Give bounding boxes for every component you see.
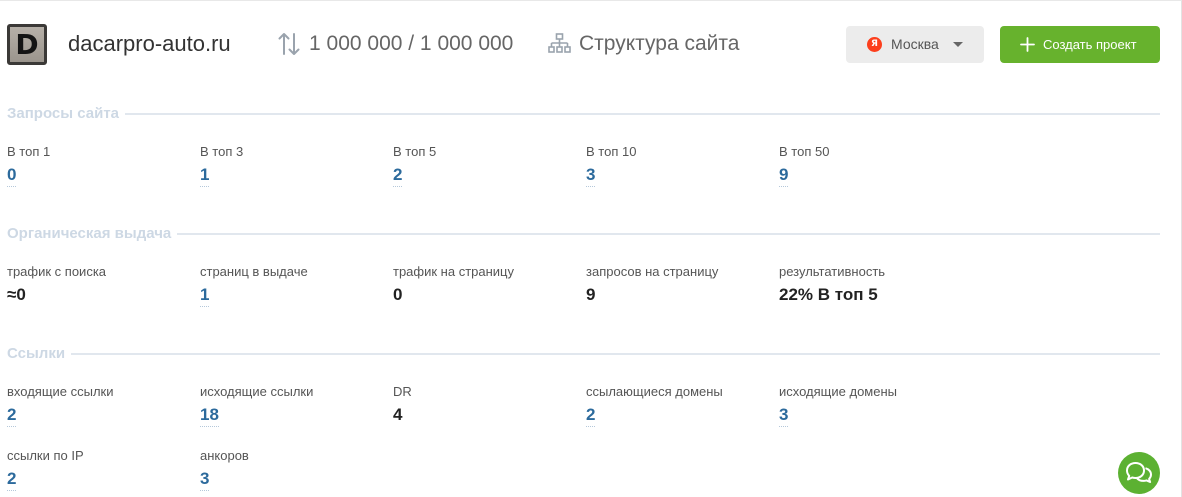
metric-queries-per-page: запросов на страницу 9: [586, 264, 779, 307]
favicon-letter: D: [15, 27, 39, 61]
metric-traffic-per-page: трафик на страницу 0: [393, 264, 586, 307]
metric-label: трафик с поиска: [7, 264, 107, 279]
metric-value-link[interactable]: 18: [200, 404, 219, 427]
section-divider: [125, 113, 1160, 115]
site-structure-link[interactable]: Структура сайта: [579, 29, 739, 59]
section-title: Органическая выдача: [7, 225, 172, 242]
chevron-down-icon: [953, 42, 963, 47]
metric-dr: DR 4: [393, 384, 586, 427]
metric-indexed-pages: страниц в выдаче 1: [200, 264, 393, 307]
site-favicon: D: [7, 24, 47, 65]
section-links: Ссылки входящие ссылки 2 исходящие ссылк…: [7, 344, 1160, 491]
metric-label: исходящие ссылки: [200, 384, 314, 399]
metric-label: В топ 10: [586, 144, 637, 159]
chat-widget-button[interactable]: [1118, 452, 1160, 494]
metric-top-50: В топ 50 9: [779, 144, 972, 187]
plus-icon: [1020, 37, 1035, 52]
metric-anchors: анкоров 3: [200, 448, 393, 491]
metric-links-by-ip: ссылки по IP 2: [7, 448, 200, 491]
metric-value-link[interactable]: 1: [200, 284, 210, 307]
metric-top-10: В топ 10 3: [586, 144, 779, 187]
section-title: Запросы сайта: [7, 105, 120, 122]
metric-referring-domains: ссылающиеся домены 2: [586, 384, 779, 427]
metric-top-3: В топ 3 1: [200, 144, 393, 187]
metric-label: В топ 50: [779, 144, 830, 159]
metric-value: ≈0: [7, 285, 26, 304]
metric-value: 4: [393, 405, 403, 424]
metric-label: В топ 3: [200, 144, 244, 159]
metric-label: запросов на страницу: [586, 264, 719, 279]
metric-inbound-links: входящие ссылки 2: [7, 384, 200, 427]
metric-top-5: В топ 5 2: [393, 144, 586, 187]
metric-value-link[interactable]: 3: [779, 404, 789, 427]
metrics-grid: входящие ссылки 2 исходящие ссылки 18 DR…: [7, 384, 972, 491]
metric-value-link[interactable]: 0: [7, 164, 17, 187]
section-site-queries: Запросы сайта В топ 1 0 В топ 3 1 В топ …: [7, 104, 1160, 187]
metric-label: трафик на страницу: [393, 264, 514, 279]
section-header: Ссылки: [7, 344, 1160, 364]
create-project-button[interactable]: Создать проект: [1000, 26, 1160, 63]
sitemap-icon[interactable]: [548, 33, 571, 54]
metric-value-link[interactable]: 2: [393, 164, 403, 187]
section-organic-results: Органическая выдача трафик с поиска ≈0 с…: [7, 224, 1160, 307]
metric-label: результативность: [779, 264, 886, 279]
metric-value-link[interactable]: 2: [7, 468, 17, 491]
metric-outbound-links: исходящие ссылки 18: [200, 384, 393, 427]
section-title: Ссылки: [7, 345, 66, 362]
metric-value-link[interactable]: 3: [586, 164, 596, 187]
create-project-label: Создать проект: [1043, 37, 1137, 52]
metric-effectiveness: результативность 22% В топ 5: [779, 264, 972, 307]
sort-arrows-icon: [278, 33, 300, 55]
site-name: dacarpro-auto.ru: [68, 31, 231, 56]
metrics-grid: трафик с поиска ≈0 страниц в выдаче 1 тр…: [7, 264, 972, 307]
metric-top-1: В топ 1 0: [7, 144, 200, 187]
metric-label: анкоров: [200, 448, 249, 463]
section-divider: [177, 233, 1160, 235]
metric-value-link[interactable]: 1: [200, 164, 210, 187]
metric-value-link[interactable]: 2: [7, 404, 17, 427]
metric-label: В топ 5: [393, 144, 437, 159]
metric-value: 0: [393, 285, 403, 304]
metric-label: входящие ссылки: [7, 384, 114, 399]
region-label: Москва: [891, 36, 939, 52]
metric-search-traffic: трафик с поиска ≈0: [7, 264, 200, 307]
chat-icon: [1126, 462, 1152, 483]
region-dropdown[interactable]: Я Москва: [846, 26, 984, 63]
metric-value: 22% В топ 5: [779, 285, 878, 304]
yandex-icon: Я: [867, 37, 882, 52]
metric-label: ссылающиеся домены: [586, 384, 723, 399]
metric-value-link[interactable]: 3: [200, 468, 210, 491]
metric-label: ссылки по IP: [7, 448, 84, 463]
metric-label: DR: [393, 384, 412, 399]
section-header: Запросы сайта: [7, 104, 1160, 124]
metric-value-link[interactable]: 2: [586, 404, 596, 427]
metrics-grid: В топ 1 0 В топ 3 1 В топ 5 2 В топ 10 3…: [7, 144, 972, 187]
section-header: Органическая выдача: [7, 224, 1160, 244]
limits-counter: 1 000 000 / 1 000 000: [309, 32, 514, 55]
metric-value: 9: [586, 285, 596, 304]
section-divider: [71, 353, 1160, 355]
metric-label: В топ 1: [7, 144, 51, 159]
metric-outbound-domains: исходящие домены 3: [779, 384, 972, 427]
metric-label: исходящие домены: [779, 384, 897, 399]
metric-value-link[interactable]: 9: [779, 164, 789, 187]
metric-label: страниц в выдаче: [200, 264, 308, 279]
